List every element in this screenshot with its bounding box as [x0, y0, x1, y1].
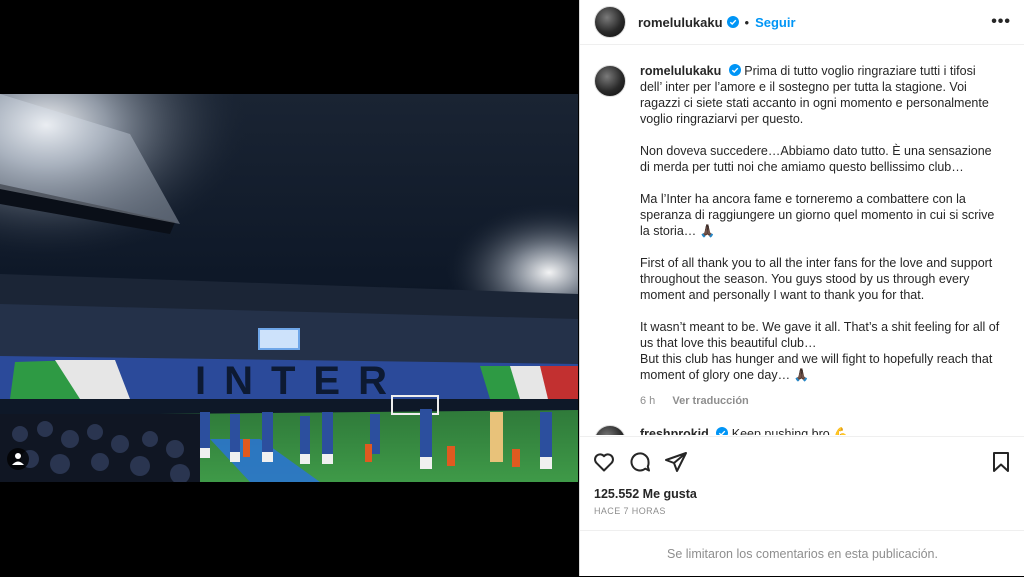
more-options-icon[interactable]: ••• — [991, 13, 1011, 31]
comment-avatar[interactable] — [594, 425, 626, 435]
banner-text: INTER — [195, 359, 405, 403]
post-photo[interactable]: INTER — [0, 94, 578, 482]
stadium-photo-illustration: INTER — [0, 94, 578, 482]
caption-username[interactable]: romelulukaku — [640, 64, 721, 78]
comment-username[interactable]: freshprokid — [640, 427, 709, 435]
bookmark-icon[interactable] — [989, 450, 1013, 474]
verified-badge-icon — [726, 16, 739, 28]
action-bar — [580, 436, 1024, 487]
comments-section[interactable]: romelulukaku Prima di tutto voglio ringr… — [580, 45, 1024, 435]
verified-badge-icon — [728, 64, 741, 76]
caption-paragraph-5: It wasn’t meant to be. We gave it all. T… — [640, 320, 1000, 382]
comments-limited-notice: Se limitaron los comentarios en esta pub… — [580, 530, 1024, 577]
caption-paragraph-2: Non doveva succedere…Abbiamo dato tutto.… — [640, 144, 992, 174]
caption-avatar[interactable] — [594, 65, 626, 97]
author-username[interactable]: romelulukaku — [638, 15, 723, 30]
comment-item: freshprokid Keep pushing bro 💪 — [594, 425, 1011, 435]
heart-icon[interactable] — [592, 450, 616, 474]
share-icon[interactable] — [664, 450, 688, 474]
caption-paragraph-1: romelulukaku Prima di tutto voglio ringr… — [640, 63, 1000, 127]
caption-age: 6 h — [640, 395, 656, 407]
user-tag-icon[interactable] — [7, 448, 29, 470]
separator-dot: • — [744, 14, 750, 30]
caption-body: romelulukaku Prima di tutto voglio ringr… — [640, 63, 1000, 409]
translate-link[interactable]: Ver traducción — [672, 395, 748, 407]
post-timestamp: HACE 7 HORAS — [594, 506, 666, 516]
verified-badge-icon — [716, 427, 729, 435]
post-header: romelulukaku • Seguir ••• — [580, 0, 1024, 45]
post-details-panel: romelulukaku • Seguir ••• romelulukaku P… — [579, 0, 1024, 576]
caption-meta: 6 h Ver traducción — [640, 393, 1000, 409]
media-panel: INTER — [0, 0, 578, 576]
caption-paragraph-3: Ma l’Inter ha ancora fame e torneremo a … — [640, 192, 995, 238]
avatar[interactable] — [594, 6, 626, 38]
follow-button[interactable]: Seguir — [755, 15, 795, 30]
comment-text: Keep pushing bro 💪 — [731, 427, 849, 435]
caption: romelulukaku Prima di tutto voglio ringr… — [594, 63, 1011, 409]
caption-paragraph-4: First of all thank you to all the inter … — [640, 256, 993, 302]
comment-icon[interactable] — [628, 450, 652, 474]
likes-count[interactable]: 125.552 Me gusta — [594, 487, 697, 501]
comment-body: freshprokid Keep pushing bro 💪 — [640, 427, 849, 435]
